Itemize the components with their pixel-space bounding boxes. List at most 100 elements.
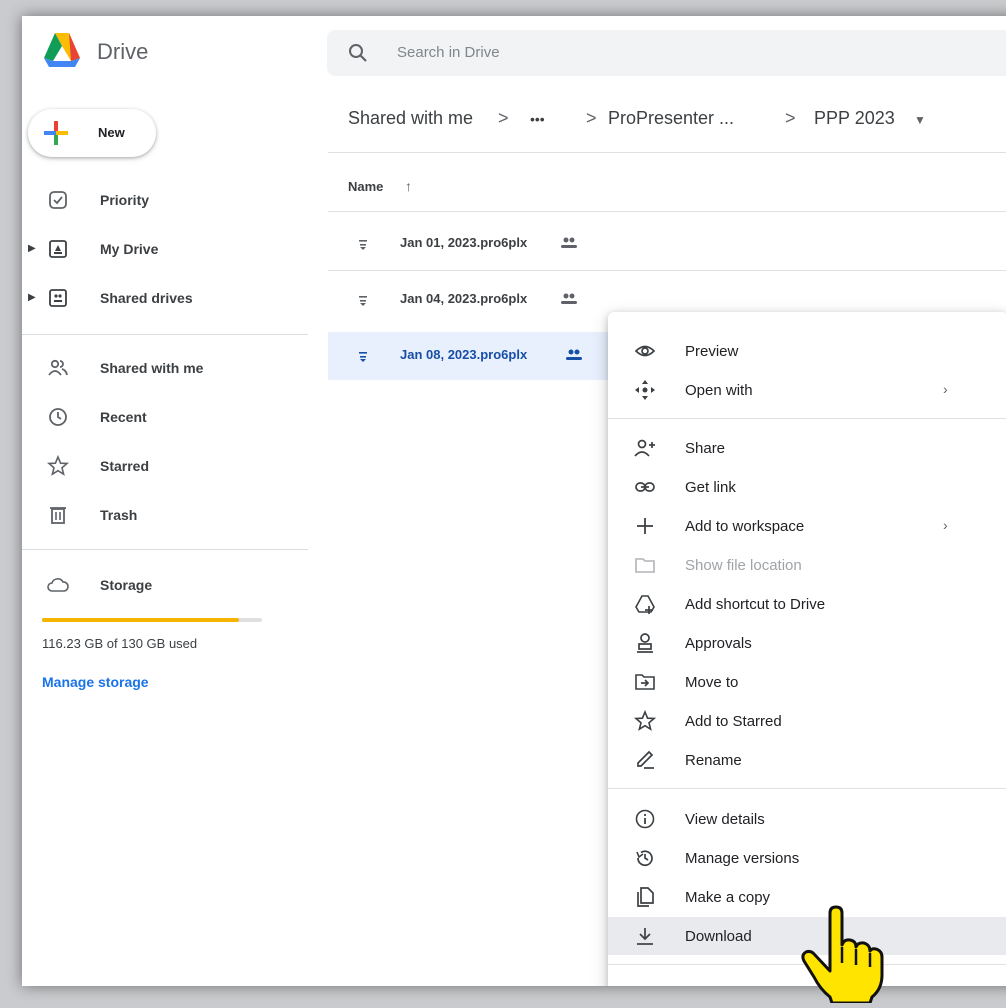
menu-item-view-details[interactable]: View details — [608, 800, 1006, 838]
sidebar-item-my-drive[interactable]: ▶ My Drive — [22, 229, 312, 269]
my-drive-icon — [46, 237, 70, 261]
top-bar: Drive Search in Drive — [22, 16, 1006, 90]
drive-logo-icon[interactable] — [40, 28, 84, 72]
breadcrumb-item[interactable]: Shared with me — [348, 108, 473, 129]
chevron-right-icon: › — [943, 381, 948, 397]
sidebar-divider — [22, 334, 308, 335]
sidebar-item-label: My Drive — [100, 241, 159, 257]
copy-icon — [634, 886, 656, 908]
menu-item-label: Make a copy — [685, 889, 771, 906]
add-shortcut-icon — [634, 593, 656, 615]
menu-item-approvals[interactable]: Approvals — [608, 624, 1006, 662]
menu-item-label: Share — [685, 440, 726, 457]
menu-item-label: Get link — [685, 479, 736, 496]
breadcrumb-more-button[interactable]: ••• — [530, 111, 545, 127]
menu-item-label: Add shortcut to Drive — [685, 596, 826, 613]
app-title: Drive — [97, 39, 149, 64]
plus-icon — [42, 119, 70, 147]
drive-window: Drive Search in Drive New Priority ▶ My … — [22, 16, 1006, 986]
recent-icon — [46, 405, 70, 429]
menu-item-share[interactable]: Share — [608, 429, 1006, 467]
expand-caret-icon[interactable]: ▶ — [28, 292, 36, 303]
sidebar-item-label: Shared with me — [100, 360, 204, 376]
search-bar[interactable]: Search in Drive — [327, 30, 1006, 76]
storage-usage-text: 116.23 GB of 130 GB used — [42, 636, 198, 651]
breadcrumb-item[interactable]: ProPresenter ... — [608, 108, 734, 129]
chevron-right-icon: › — [943, 517, 948, 533]
breadcrumb-separator: > — [498, 108, 509, 128]
hand-pointer-icon — [800, 905, 884, 1005]
shared-people-icon — [560, 236, 578, 250]
expand-caret-icon[interactable]: ▶ — [28, 243, 36, 254]
sidebar-item-storage[interactable]: Storage — [22, 565, 312, 605]
star-icon — [46, 454, 70, 478]
menu-item-label: Rename — [685, 752, 742, 769]
menu-item-get-link[interactable]: Get link — [608, 468, 1006, 506]
context-menu: Preview Open with › Share Get link Add t… — [608, 312, 1006, 986]
menu-item-label: View details — [685, 811, 765, 828]
history-icon — [634, 847, 656, 869]
menu-item-label: Approvals — [685, 635, 752, 652]
sidebar-item-label: Shared drives — [100, 290, 193, 306]
breadcrumb-separator: > — [785, 108, 796, 128]
header-divider — [328, 211, 1006, 212]
add-person-icon — [634, 437, 656, 459]
file-icon — [358, 238, 368, 250]
breadcrumb-current-folder[interactable]: PPP 2023 — [814, 108, 895, 129]
search-input[interactable]: Search in Drive — [397, 44, 500, 61]
sidebar-item-starred[interactable]: Starred — [22, 446, 312, 486]
menu-divider — [608, 788, 1006, 789]
download-icon — [634, 925, 656, 947]
sidebar-item-label: Priority — [100, 192, 150, 208]
menu-item-open-with[interactable]: Open with › — [608, 371, 1006, 409]
storage-usage-bar — [42, 618, 262, 622]
shared-people-icon — [565, 348, 583, 362]
column-header-name[interactable]: Name — [348, 179, 383, 194]
sidebar-item-shared-drives[interactable]: ▶ Shared drives — [22, 278, 312, 318]
link-icon — [634, 476, 656, 498]
search-icon[interactable] — [347, 42, 369, 64]
pencil-icon — [634, 749, 656, 771]
menu-item-label: Download — [685, 928, 752, 945]
trash-icon — [46, 503, 70, 527]
menu-item-label: Open with — [685, 382, 753, 399]
menu-item-label: Add to workspace — [685, 518, 805, 535]
menu-item-rename[interactable]: Rename — [608, 741, 1006, 779]
open-with-icon — [634, 379, 656, 401]
row-divider — [328, 270, 1006, 271]
header-divider — [328, 152, 1006, 153]
menu-item-preview[interactable]: Preview — [608, 332, 1006, 370]
menu-item-add-to-starred[interactable]: Add to Starred — [608, 702, 1006, 740]
folder-icon — [634, 554, 656, 576]
chevron-down-icon[interactable]: ▼ — [914, 113, 926, 127]
menu-item-manage-versions[interactable]: Manage versions — [608, 839, 1006, 877]
file-name: Jan 08, 2023.pro6plx — [400, 347, 528, 362]
star-icon — [633, 709, 657, 732]
sidebar-item-label: Recent — [100, 409, 147, 425]
menu-item-label: Show file location — [685, 557, 802, 574]
sidebar-item-priority[interactable]: Priority — [22, 180, 312, 220]
file-row[interactable]: Jan 01, 2023.pro6plx — [328, 220, 1006, 268]
sidebar-item-trash[interactable]: Trash — [22, 495, 312, 535]
sidebar-item-label: Storage — [100, 577, 153, 593]
priority-icon — [46, 188, 70, 212]
menu-item-move-to[interactable]: Move to — [608, 663, 1006, 701]
menu-item-add-shortcut[interactable]: Add shortcut to Drive — [608, 585, 1006, 623]
menu-item-label: Move to — [685, 674, 739, 691]
shared-drives-icon — [46, 286, 70, 310]
new-button[interactable]: New — [28, 109, 156, 157]
sort-ascending-icon[interactable]: ↑ — [405, 178, 412, 194]
eye-icon — [634, 340, 656, 362]
storage-usage-fill — [42, 618, 239, 622]
menu-item-add-to-workspace[interactable]: Add to workspace › — [608, 507, 1006, 545]
menu-item-show-file-location: Show file location — [608, 546, 1006, 584]
info-icon — [634, 808, 656, 830]
breadcrumb-separator: > — [586, 108, 597, 128]
file-name: Jan 01, 2023.pro6plx — [400, 235, 528, 250]
sidebar-item-shared-with-me[interactable]: Shared with me — [22, 348, 312, 388]
manage-storage-link[interactable]: Manage storage — [42, 674, 149, 690]
sidebar-item-recent[interactable]: Recent — [22, 397, 312, 437]
shared-people-icon — [560, 292, 578, 306]
menu-item-label: Manage versions — [685, 850, 800, 867]
cloud-icon — [46, 573, 70, 597]
